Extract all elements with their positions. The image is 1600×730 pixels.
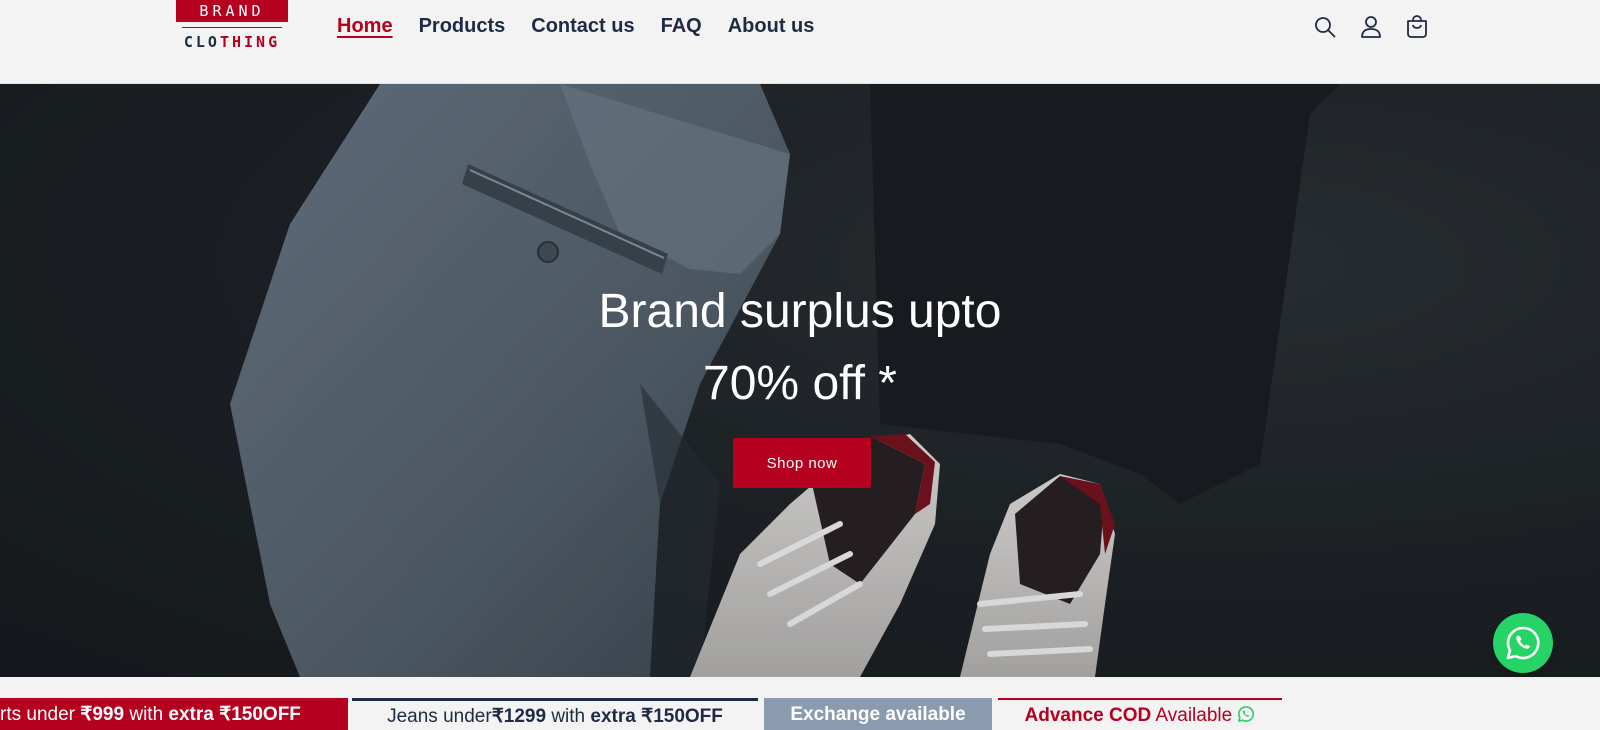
logo-bottom-dark: CLO — [183, 33, 220, 51]
promo-marquee: rts under ₹999 with extra ₹150OFF Jeans … — [0, 698, 1600, 730]
nav-products[interactable]: Products — [419, 12, 506, 40]
promo-1-price: ₹999 — [80, 704, 125, 725]
whatsapp-icon — [1506, 626, 1540, 660]
main-nav: Home Products Contact us FAQ About us — [337, 12, 840, 40]
header-icons — [1310, 12, 1448, 42]
promo-exchange: Exchange available — [764, 698, 992, 730]
promo-4-text: Available — [1151, 705, 1233, 726]
account-icon[interactable] — [1356, 12, 1386, 42]
whatsapp-icon — [1238, 706, 1255, 722]
promo-jeans: Jeans under₹1299 with extra ₹150OFF — [352, 698, 758, 730]
logo-bottom-text: CLOTHING — [176, 33, 288, 51]
hero-banner: Brand surplus upto 70% off * Shop now — [0, 84, 1600, 677]
nav-about-us[interactable]: About us — [728, 12, 815, 40]
hero-title: Brand surplus upto 70% off * — [500, 276, 1100, 420]
whatsapp-chat-button[interactable] — [1493, 613, 1553, 673]
logo-top-text: BRAND — [176, 0, 288, 22]
shop-now-button[interactable]: Shop now — [733, 438, 871, 488]
promo-2-price: ₹1299 — [491, 706, 547, 727]
promo-3-text: Exchange available — [790, 704, 966, 725]
promo-1-discount: extra ₹150OFF — [168, 704, 301, 725]
promo-2-text-a: Jeans under — [387, 706, 492, 727]
logo-divider — [182, 27, 282, 28]
cart-icon[interactable] — [1402, 12, 1432, 42]
brand-logo[interactable]: BRAND CLOTHING — [176, 0, 288, 52]
promo-cod: Advance COD Available — [998, 698, 1282, 730]
search-icon[interactable] — [1310, 12, 1340, 42]
promo-2-discount: extra ₹150OFF — [590, 706, 723, 727]
promo-4-bold: Advance COD — [1024, 705, 1152, 726]
promo-2-text-c: with — [546, 706, 591, 727]
promo-shirts: rts under ₹999 with extra ₹150OFF — [0, 698, 348, 730]
nav-contact-us[interactable]: Contact us — [531, 12, 634, 40]
promo-1-text-c: with — [124, 704, 169, 725]
hero-title-line1: Brand surplus upto — [598, 285, 1002, 338]
hero-title-line2: 70% off * — [703, 357, 897, 410]
logo-bottom-red: THING — [219, 33, 281, 51]
site-header: BRAND CLOTHING Home Products Contact us … — [0, 0, 1600, 84]
nav-faq[interactable]: FAQ — [661, 12, 702, 40]
nav-home[interactable]: Home — [337, 12, 393, 40]
promo-1-text-a: rts under — [0, 704, 81, 725]
